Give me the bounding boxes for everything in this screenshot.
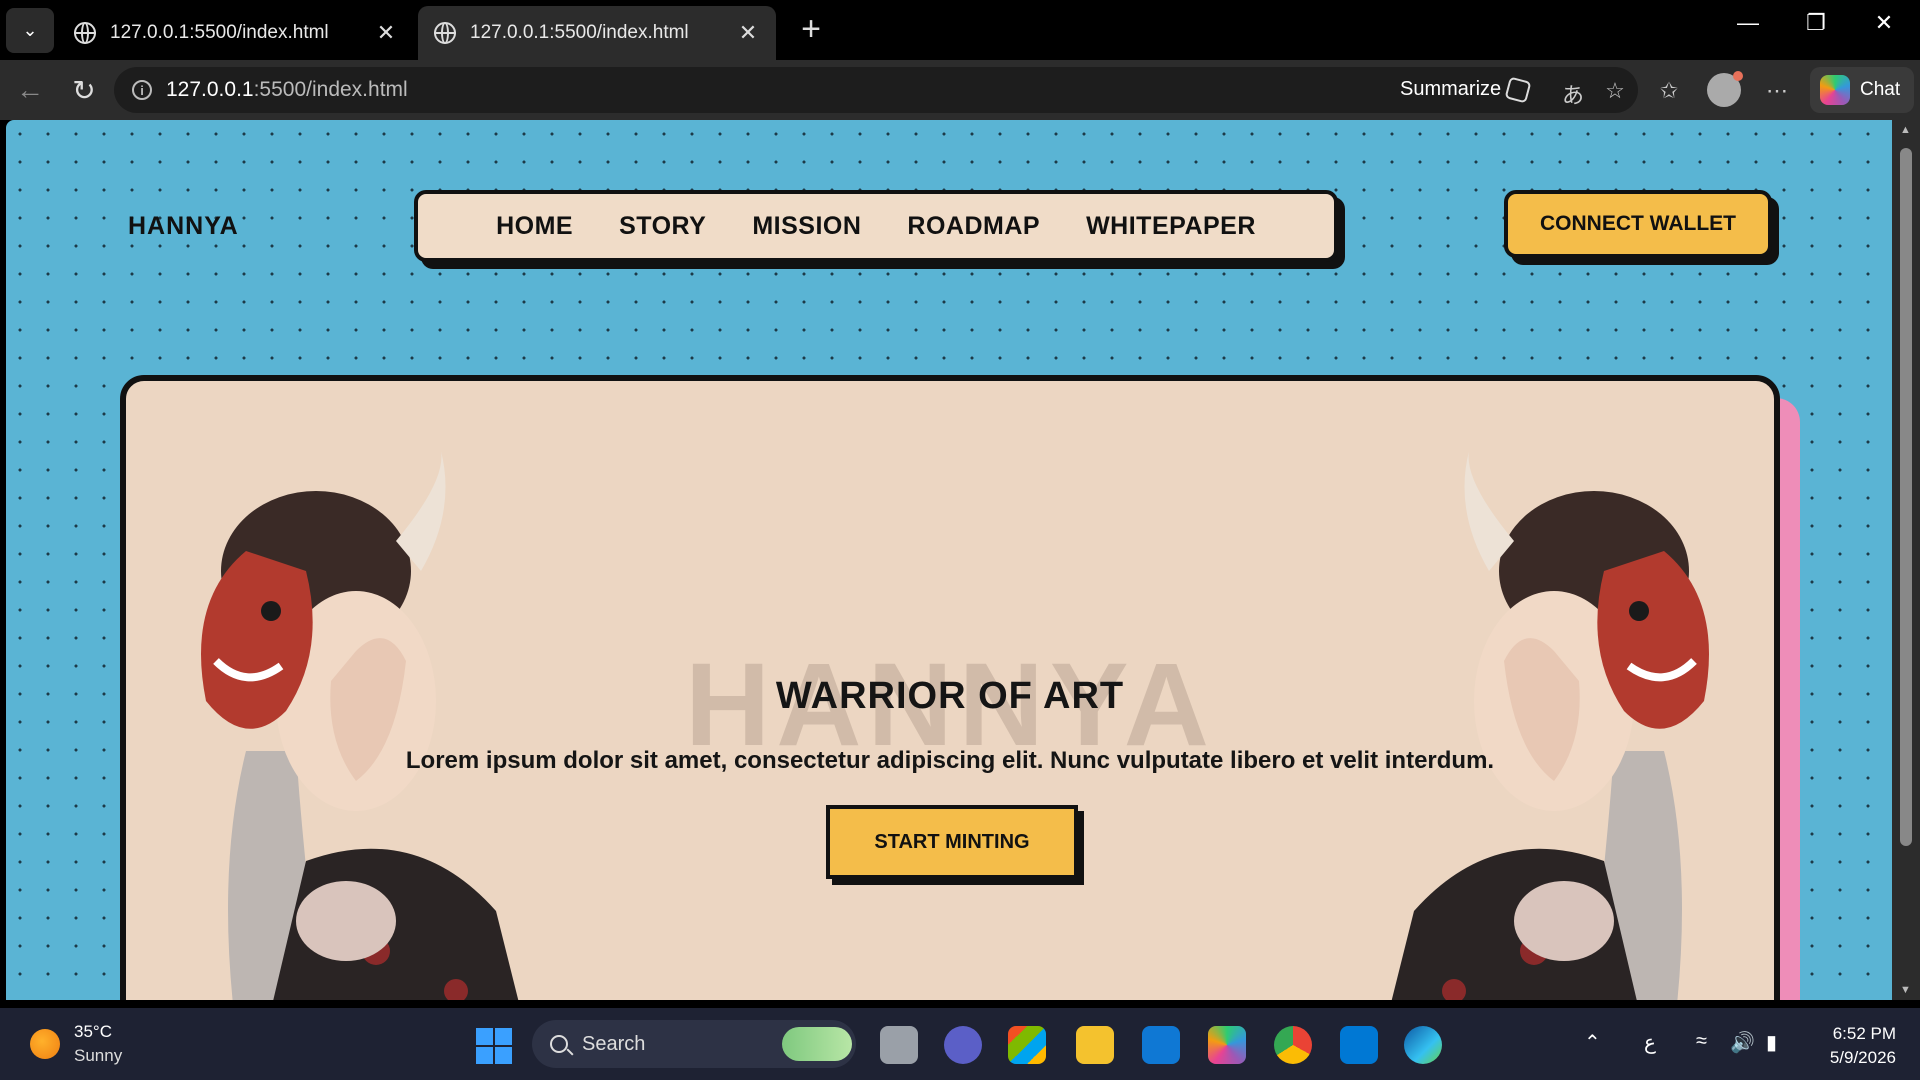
nav-link-roadmap[interactable]: ROADMAP: [907, 212, 1040, 241]
site-logo[interactable]: HANNYA: [128, 212, 239, 241]
refresh-button[interactable]: ↻: [66, 74, 102, 107]
windows-start-icon[interactable]: [476, 1028, 512, 1064]
input-language-indicator[interactable]: ع: [1644, 1030, 1656, 1055]
windows-taskbar: 35°C Sunny Search ⌃ ع ≈ 🔊 ▮ 6:52 PM 5/9/…: [0, 1008, 1920, 1080]
connect-wallet-button[interactable]: CONNECT WALLET: [1504, 190, 1772, 258]
tab-inactive[interactable]: 127.0.0.1:5500/index.html ✕: [58, 6, 414, 60]
chevron-down-icon: ⌄: [22, 20, 38, 40]
task-view-icon[interactable]: [880, 1026, 918, 1064]
site-info-icon[interactable]: i: [132, 80, 152, 100]
hero-card: HANNYA WARRIOR OF ART Lorem ipsum dolor …: [120, 375, 1780, 1000]
taskbar-search[interactable]: Search: [532, 1020, 856, 1068]
volume-icon[interactable]: 🔊: [1730, 1030, 1755, 1055]
nav-link-whitepaper[interactable]: WHITEPAPER: [1086, 212, 1256, 241]
tab-title: 127.0.0.1:5500/index.html: [110, 22, 329, 43]
clock-date: 5/9/2026: [1829, 1048, 1896, 1067]
search-label: Search: [582, 1032, 646, 1055]
scroll-up-arrow-icon[interactable]: ▲: [1900, 124, 1911, 136]
show-hidden-icons-chevron-icon[interactable]: ⌃: [1584, 1030, 1601, 1055]
nav-link-mission[interactable]: MISSION: [752, 212, 861, 241]
address-toolbar: ← ↻ i 127.0.0.1:5500/index.html: [0, 60, 1920, 120]
summarize-icon: [1504, 76, 1532, 103]
restore-window-button[interactable]: ❐: [1796, 10, 1836, 36]
battery-icon[interactable]: ▮: [1766, 1030, 1777, 1055]
wifi-icon[interactable]: ≈: [1696, 1030, 1707, 1053]
hero-title: WARRIOR OF ART: [775, 675, 1125, 717]
minimize-window-button[interactable]: —: [1728, 10, 1768, 36]
nav-link-story[interactable]: STORY: [619, 212, 706, 241]
clock-time: 6:52 PM: [1832, 1024, 1896, 1043]
search-highlight-image: [782, 1027, 852, 1061]
sun-icon: [30, 1029, 60, 1059]
close-tab-icon[interactable]: ✕: [736, 20, 760, 46]
main-nav: HOME STORY MISSION ROADMAP WHITEPAPER: [414, 190, 1338, 262]
chrome-icon[interactable]: [1274, 1026, 1312, 1064]
url-path: :5500/index.html: [253, 78, 408, 101]
page-scrollbar[interactable]: ▲ ▼: [1892, 120, 1920, 1000]
scrollbar-thumb[interactable]: [1900, 148, 1912, 846]
profile-avatar[interactable]: [1707, 71, 1743, 107]
vscode-icon[interactable]: [1340, 1026, 1378, 1064]
tab-title: 127.0.0.1:5500/index.html: [470, 22, 689, 43]
page-viewport: HANNYA HOME STORY MISSION ROADMAP WHITEP…: [6, 120, 1892, 1000]
globe-icon: [74, 22, 96, 44]
edge-icon[interactable]: [1404, 1026, 1442, 1064]
favorite-star-icon[interactable]: ☆: [1600, 78, 1630, 104]
nav-link-home[interactable]: HOME: [496, 212, 573, 241]
new-tab-button[interactable]: +: [794, 12, 828, 46]
globe-icon: [434, 22, 456, 44]
search-icon: [550, 1035, 568, 1053]
teams-icon[interactable]: [944, 1026, 982, 1064]
outlook-icon[interactable]: [1142, 1026, 1180, 1064]
hero-description: Lorem ipsum dolor sit amet, consectetur …: [405, 747, 1495, 774]
weather-temperature: 35°C: [74, 1022, 112, 1041]
back-button[interactable]: ←: [12, 74, 48, 106]
file-explorer-icon[interactable]: [1076, 1026, 1114, 1064]
scroll-down-arrow-icon[interactable]: ▼: [1900, 984, 1911, 996]
favorites-list-icon[interactable]: ✩: [1654, 78, 1684, 104]
tab-bar: ⌄ 127.0.0.1:5500/index.html ✕ 127.0.0.1:…: [0, 0, 1920, 60]
tab-actions-menu-button[interactable]: ⌄: [6, 8, 54, 53]
tab-active[interactable]: 127.0.0.1:5500/index.html ✕: [418, 6, 776, 60]
chat-label: Chat: [1860, 79, 1901, 100]
copilot-app-icon[interactable]: [1208, 1026, 1246, 1064]
more-options-icon[interactable]: ⋯: [1762, 78, 1792, 104]
weather-widget[interactable]: 35°C Sunny: [30, 1020, 122, 1068]
copilot-icon: [1820, 75, 1850, 105]
microsoft-store-icon[interactable]: [1008, 1026, 1046, 1064]
system-clock[interactable]: 6:52 PM 5/9/2026: [1804, 1022, 1896, 1070]
close-tab-icon[interactable]: ✕: [374, 20, 398, 46]
translate-icon[interactable]: あ: [1558, 78, 1588, 110]
summarize-button[interactable]: Summarize: [1400, 76, 1532, 103]
copilot-chat-button[interactable]: Chat: [1810, 67, 1914, 113]
close-window-button[interactable]: ✕: [1864, 10, 1904, 36]
weather-condition: Sunny: [74, 1046, 123, 1065]
start-minting-button[interactable]: START MINTING: [826, 805, 1078, 879]
url-host: 127.0.0.1: [166, 78, 254, 101]
summarize-label: Summarize: [1400, 78, 1502, 100]
